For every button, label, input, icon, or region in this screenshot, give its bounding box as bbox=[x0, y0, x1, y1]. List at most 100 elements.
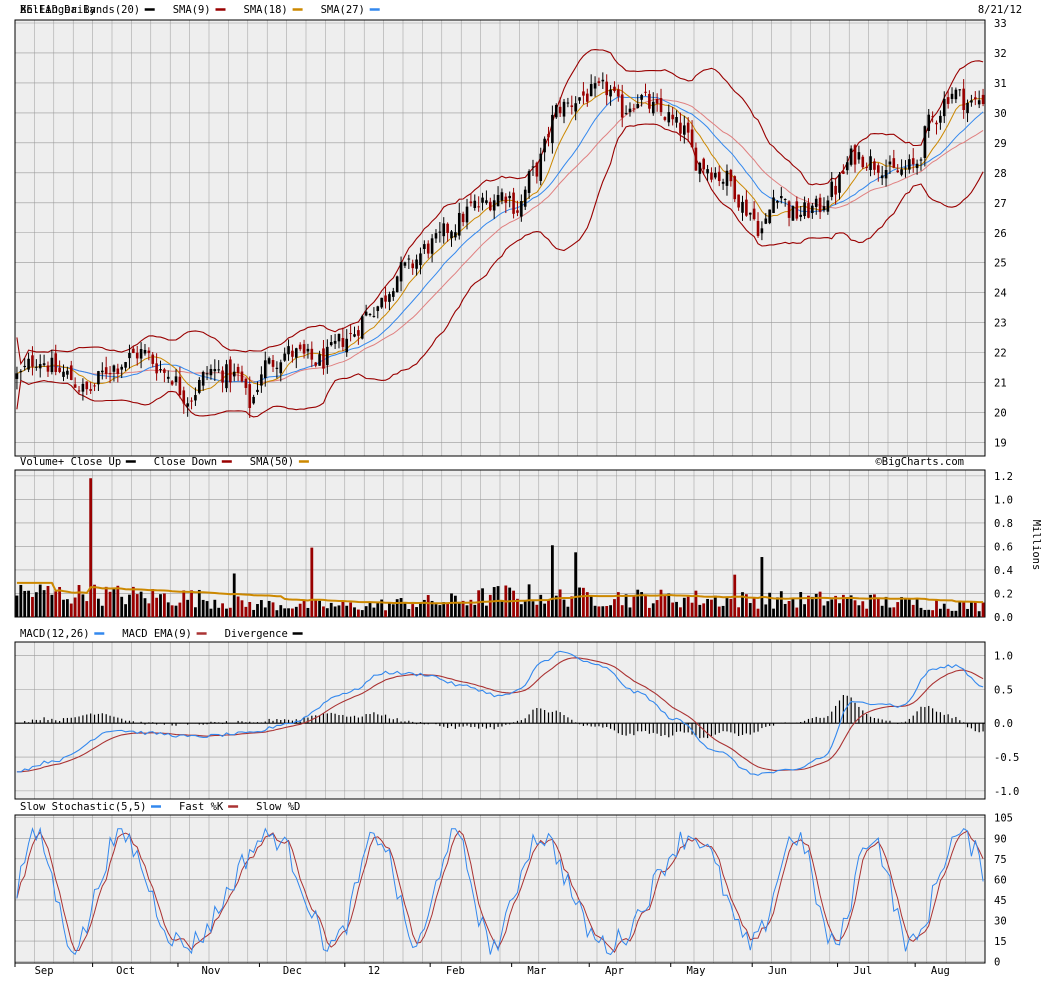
volume-bar bbox=[613, 599, 616, 617]
candle-body bbox=[50, 357, 54, 373]
candle-body bbox=[190, 400, 193, 402]
candle-body bbox=[155, 363, 158, 374]
volume-bar bbox=[942, 603, 946, 617]
volume-bar bbox=[457, 601, 461, 617]
volume-bar bbox=[244, 606, 248, 617]
volume-bar bbox=[302, 599, 306, 617]
volume-bar bbox=[764, 604, 768, 617]
volume-bar bbox=[915, 599, 919, 617]
candle-body bbox=[485, 200, 488, 204]
y-tick-label: 25 bbox=[994, 258, 1007, 270]
candle-body bbox=[919, 159, 923, 161]
volume-bar bbox=[19, 584, 23, 617]
candle-body bbox=[457, 212, 461, 236]
volume-bar bbox=[442, 602, 446, 617]
candle-body bbox=[543, 138, 546, 153]
candle-body bbox=[349, 333, 352, 335]
candle-body bbox=[166, 376, 170, 379]
candle-body bbox=[380, 297, 383, 308]
candle-body bbox=[663, 117, 667, 120]
candle-body bbox=[620, 94, 624, 118]
candle-body bbox=[551, 114, 554, 144]
volume-bar bbox=[593, 605, 597, 617]
volume-bar bbox=[395, 599, 399, 617]
volume-bar bbox=[438, 605, 442, 617]
volume-bar bbox=[77, 585, 81, 617]
x-axis-month-label: Apr bbox=[605, 965, 624, 977]
x-axis-month-label: Oct bbox=[116, 965, 135, 977]
volume-bar bbox=[403, 602, 407, 617]
candle-body bbox=[768, 209, 771, 224]
volume-bar bbox=[655, 600, 659, 617]
candle-body bbox=[279, 362, 283, 374]
candle-body bbox=[558, 106, 562, 114]
y-tick-label: 1.0 bbox=[994, 651, 1013, 663]
candle-body bbox=[147, 350, 151, 354]
volume-bar bbox=[632, 595, 636, 617]
x-axis-month-label: Sep bbox=[35, 965, 54, 977]
volume-bar bbox=[966, 608, 969, 617]
candle-body bbox=[539, 153, 543, 181]
candle-body bbox=[58, 367, 61, 373]
candle-body bbox=[853, 145, 857, 165]
volume-bar bbox=[104, 586, 108, 617]
y-tick-label: 15 bbox=[994, 936, 1007, 948]
volume-bar bbox=[853, 600, 857, 617]
candle-body bbox=[481, 197, 484, 203]
volume-bar bbox=[360, 610, 364, 617]
volume-bar bbox=[574, 552, 578, 617]
volume-bar bbox=[151, 589, 155, 617]
volume-bar bbox=[325, 608, 329, 617]
candle-body bbox=[465, 206, 469, 223]
y-tick-label: 31 bbox=[994, 78, 1007, 90]
volume-bar bbox=[589, 596, 593, 617]
candle-body bbox=[225, 364, 228, 389]
volume-bar bbox=[124, 604, 127, 617]
candle-body bbox=[752, 208, 756, 220]
volume-bar bbox=[54, 591, 58, 617]
legend-macd: MACD(12,26) MACD EMA(9) Divergence bbox=[20, 628, 303, 640]
volume-bar bbox=[194, 607, 197, 617]
x-axis-month-label: 12 bbox=[368, 965, 381, 977]
volume-bar bbox=[73, 597, 77, 617]
volume-bar bbox=[667, 593, 671, 617]
candle-body bbox=[232, 371, 236, 377]
candle-body bbox=[628, 108, 632, 113]
candle-body bbox=[733, 176, 737, 200]
volume-bar bbox=[128, 594, 131, 617]
candle-body bbox=[271, 360, 275, 367]
volume-bar bbox=[535, 604, 539, 617]
candle-body bbox=[931, 116, 934, 118]
legend-price: Bollinger Bands(20) SMA(9) SMA(18) SMA(27) bbox=[20, 4, 380, 16]
candle-body bbox=[954, 89, 958, 100]
volume-bar bbox=[768, 592, 772, 617]
candle-body bbox=[205, 373, 209, 375]
volume-bar bbox=[523, 600, 527, 617]
candle-body bbox=[974, 97, 977, 100]
volume-bar bbox=[609, 605, 612, 617]
candle-body bbox=[632, 108, 636, 110]
volume-bar bbox=[368, 602, 372, 617]
candle-body bbox=[124, 362, 127, 368]
candle-body bbox=[861, 156, 865, 168]
volume-bar bbox=[197, 589, 201, 617]
candle-body bbox=[702, 158, 705, 170]
y-tick-label: 0.6 bbox=[994, 541, 1013, 553]
candle-body bbox=[287, 346, 290, 355]
legend-label: Slow %D bbox=[256, 801, 300, 813]
candle-body bbox=[89, 389, 92, 391]
candle-body bbox=[760, 228, 764, 234]
volume-bar bbox=[376, 601, 380, 617]
volume-bar bbox=[628, 607, 632, 617]
volume-bar bbox=[566, 606, 570, 617]
candle-body bbox=[946, 97, 950, 104]
volume-bar bbox=[659, 589, 663, 617]
candle-body bbox=[263, 360, 267, 379]
volume-bar bbox=[27, 590, 30, 617]
candle-body bbox=[508, 195, 511, 199]
candle-body bbox=[520, 201, 523, 217]
volume-bar bbox=[353, 607, 356, 617]
volume-bar bbox=[337, 605, 341, 617]
y-tick-label: 30 bbox=[994, 916, 1007, 928]
candle-body bbox=[341, 338, 345, 347]
